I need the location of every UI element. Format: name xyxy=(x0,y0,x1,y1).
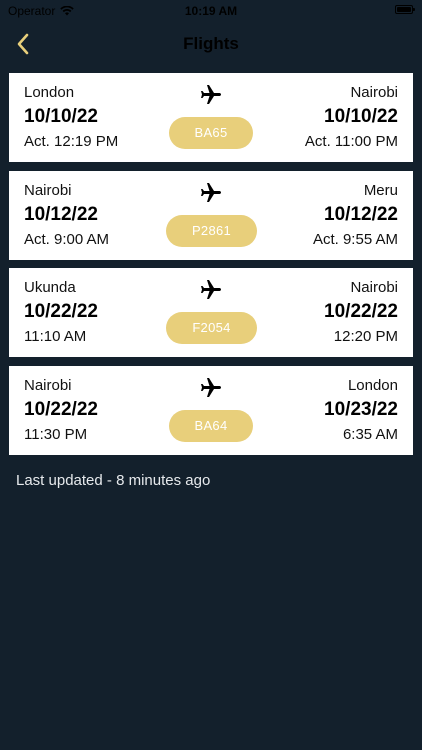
origin-date: 10/10/22 xyxy=(24,106,98,127)
destination-time: Act. 9:55 AM xyxy=(312,230,398,248)
status-time: 10:19 AM xyxy=(184,4,238,18)
destination-time: Act. 11:00 PM xyxy=(304,133,398,150)
origin-time: Act. 12:19 PM xyxy=(24,133,119,150)
last-updated-text: Last updated - 8 minutes ago xyxy=(16,472,211,489)
destination-date: 10/23/22 xyxy=(324,398,398,420)
origin-block: Nairobi 10/22/22 11:30 PM xyxy=(24,377,98,444)
flight-number-badge: BA64 xyxy=(169,409,253,442)
flight-list: London 10/10/22 Act. 12:19 PM BA65 Nairo… xyxy=(9,73,413,463)
airplane-icon xyxy=(201,182,221,202)
origin-city: Nairobi xyxy=(24,181,72,199)
navigation-bar: Flights xyxy=(0,24,422,64)
origin-time: Act. 9:00 AM xyxy=(24,230,110,248)
origin-time: 11:30 PM xyxy=(24,425,88,443)
origin-date: 10/12/22 xyxy=(24,203,98,225)
destination-date: 10/22/22 xyxy=(324,301,398,322)
origin-city: Ukunda xyxy=(24,279,76,296)
origin-city: London xyxy=(24,84,75,101)
destination-date: 10/12/22 xyxy=(324,203,398,225)
destination-block: London 10/23/22 6:35 AM xyxy=(324,377,398,444)
destination-city: London xyxy=(347,376,398,394)
destination-time: 12:20 PM xyxy=(333,328,398,345)
origin-time: 11:10 AM xyxy=(24,328,87,345)
destination-block: Meru 10/12/22 Act. 9:55 AM xyxy=(313,182,398,249)
destination-date: 10/10/22 xyxy=(324,106,398,127)
origin-block: Ukunda 10/22/22 11:10 AM xyxy=(24,279,98,346)
destination-block: Nairobi 10/10/22 Act. 11:00 PM xyxy=(305,84,398,151)
airplane-icon xyxy=(201,85,221,104)
destination-city: Nairobi xyxy=(350,279,398,296)
origin-block: Nairobi 10/12/22 Act. 9:00 AM xyxy=(24,182,109,249)
destination-time: 6:35 AM xyxy=(342,425,398,443)
flight-card[interactable]: Ukunda 10/22/22 11:10 AM F2054 Nairobi 1… xyxy=(9,268,413,357)
flight-card[interactable]: Nairobi 10/22/22 11:30 PM BA64 London 10… xyxy=(9,365,413,455)
flight-card[interactable]: Nairobi 10/12/22 Act. 9:00 AM P2861 Meru… xyxy=(9,170,413,260)
battery-icon xyxy=(395,5,415,14)
airplane-icon xyxy=(201,280,221,299)
origin-city: Nairobi xyxy=(24,376,72,394)
flight-number-badge: P2861 xyxy=(166,214,257,247)
origin-date: 10/22/22 xyxy=(24,301,98,322)
status-bar: Operator 10:19 AM xyxy=(0,0,422,22)
flight-number-badge: BA65 xyxy=(169,117,253,149)
origin-block: London 10/10/22 Act. 12:19 PM xyxy=(24,84,118,151)
origin-date: 10/22/22 xyxy=(24,398,98,420)
page-title: Flights xyxy=(183,34,239,53)
flight-number-badge: F2054 xyxy=(166,312,257,344)
destination-city: Nairobi xyxy=(350,84,398,101)
airplane-icon xyxy=(201,377,221,397)
destination-block: Nairobi 10/22/22 12:20 PM xyxy=(324,279,398,346)
flight-card[interactable]: London 10/10/22 Act. 12:19 PM BA65 Nairo… xyxy=(9,73,413,162)
destination-city: Meru xyxy=(363,181,398,199)
